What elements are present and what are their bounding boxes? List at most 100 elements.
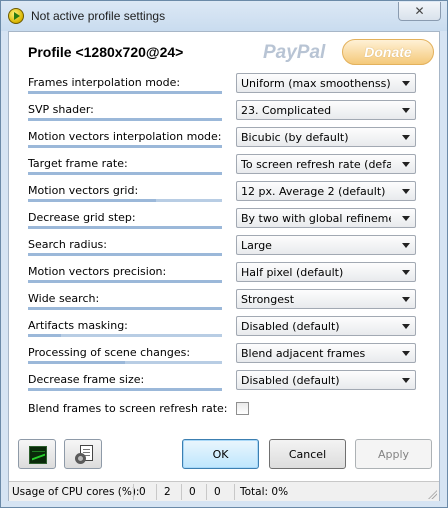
dropdown-value: 12 px. Average 2 (default): [241, 185, 386, 198]
chevron-down-icon: [402, 108, 410, 113]
chevron-down-icon: [402, 243, 410, 248]
setting-label: Motion vectors grid:: [28, 184, 139, 197]
setting-row: Search radius: Large: [28, 235, 428, 259]
blend-frames-row: Blend frames to screen refresh rate:: [28, 399, 428, 423]
cpu-graph-icon: [29, 446, 47, 464]
ok-button[interactable]: OK: [182, 439, 259, 469]
dropdown-value: 23. Complicated: [241, 104, 332, 117]
chevron-down-icon: [402, 378, 410, 383]
chevron-down-icon: [402, 162, 410, 167]
chevron-down-icon: [402, 216, 410, 221]
setting-label: Motion vectors precision:: [28, 265, 167, 278]
paypal-logo: PayPal: [263, 42, 326, 63]
close-button[interactable]: ✕: [398, 2, 441, 21]
setting-level-bar: [28, 199, 222, 202]
setting-row: SVP shader: 23. Complicated: [28, 100, 428, 124]
setting-label: Wide search:: [28, 292, 100, 305]
setting-dropdown[interactable]: Disabled (default): [236, 316, 416, 336]
setting-level-fill: [28, 118, 222, 121]
cpu-graph-button[interactable]: [18, 439, 56, 469]
setting-level-bar: [28, 226, 222, 229]
setting-dropdown[interactable]: Strongest: [236, 289, 416, 309]
dropdown-value: Half pixel (default): [241, 266, 344, 279]
setting-label: Processing of scene changes:: [28, 346, 191, 359]
chevron-down-icon: [402, 270, 410, 275]
setting-label: Decrease frame size:: [28, 373, 145, 386]
setting-level-fill: [28, 145, 222, 148]
setting-level-fill: [28, 334, 61, 337]
chevron-down-icon: [402, 324, 410, 329]
setting-level-bar: [28, 388, 222, 391]
setting-dropdown[interactable]: Uniform (max smoothenss): [236, 73, 416, 93]
dropdown-value: Uniform (max smoothenss): [241, 77, 391, 90]
chevron-down-icon: [402, 135, 410, 140]
cpu-core-2: 0: [189, 486, 196, 498]
resize-grip[interactable]: [427, 489, 437, 499]
setting-row: Target frame rate: To screen refresh rate…: [28, 154, 428, 178]
chevron-down-icon: [402, 81, 410, 86]
settings-window: Not active profile settings ✕ Profile <1…: [0, 0, 448, 508]
setting-row: Motion vectors grid: 12 px. Average 2 (de…: [28, 181, 428, 205]
setting-level-fill: [28, 91, 222, 94]
dropdown-value: Blend adjacent frames: [241, 347, 366, 360]
cpu-total: Total: 0%: [240, 486, 289, 498]
config-file-icon: [75, 445, 93, 465]
dropdown-value: Strongest: [241, 293, 295, 306]
blend-frames-checkbox[interactable]: [236, 402, 249, 415]
settings-panel: Profile <1280x720@24> PayPal Donate Fram…: [8, 31, 440, 501]
setting-row: Frames interpolation mode: Uniform (max s…: [28, 73, 428, 97]
apply-button[interactable]: Apply: [355, 439, 432, 469]
dropdown-value: By two with global refinemen: [241, 212, 391, 225]
setting-label: Search radius:: [28, 238, 107, 251]
chevron-down-icon: [402, 189, 410, 194]
setting-label: Artifacts masking:: [28, 319, 128, 332]
setting-dropdown[interactable]: 23. Complicated: [236, 100, 416, 120]
cpu-core-0: 0: [139, 486, 146, 498]
title-bar[interactable]: Not active profile settings ✕: [1, 1, 447, 31]
setting-label: Decrease grid step:: [28, 211, 136, 224]
setting-level-bar: [28, 118, 222, 121]
setting-level-bar: [28, 307, 222, 310]
setting-row: Processing of scene changes: Blend adjace…: [28, 343, 428, 367]
setting-level-bar: [28, 91, 222, 94]
setting-dropdown[interactable]: 12 px. Average 2 (default): [236, 181, 416, 201]
setting-dropdown[interactable]: Large: [236, 235, 416, 255]
dropdown-value: Large: [241, 239, 272, 252]
setting-row: Artifacts masking: Disabled (default): [28, 316, 428, 340]
window-title: Not active profile settings: [31, 9, 166, 23]
setting-level-fill: [28, 253, 222, 256]
setting-level-bar: [28, 361, 222, 364]
setting-row: Wide search: Strongest: [28, 289, 428, 313]
setting-dropdown[interactable]: Disabled (default): [236, 370, 416, 390]
play-app-icon: [8, 8, 24, 24]
blend-frames-label: Blend frames to screen refresh rate:: [28, 402, 228, 415]
setting-level-bar: [28, 172, 222, 175]
chevron-down-icon: [402, 351, 410, 356]
setting-dropdown[interactable]: By two with global refinemen: [236, 208, 416, 228]
cpu-core-1: 2: [164, 486, 171, 498]
setting-dropdown[interactable]: To screen refresh rate (default): [236, 154, 416, 174]
setting-level-bar: [28, 145, 222, 148]
setting-level-bar: [28, 253, 222, 256]
config-button[interactable]: [64, 439, 102, 469]
setting-dropdown[interactable]: Bicubic (by default): [236, 127, 416, 147]
setting-dropdown[interactable]: Blend adjacent frames: [236, 343, 416, 363]
chevron-down-icon: [402, 297, 410, 302]
setting-dropdown[interactable]: Half pixel (default): [236, 262, 416, 282]
setting-level-fill: [28, 226, 222, 229]
cancel-button[interactable]: Cancel: [269, 439, 346, 469]
setting-level-fill: [28, 361, 125, 364]
setting-label: Target frame rate:: [28, 157, 128, 170]
close-icon: ✕: [414, 4, 425, 18]
donate-button[interactable]: Donate: [342, 39, 434, 65]
setting-label: Motion vectors interpolation mode:: [28, 130, 222, 143]
setting-row: Decrease frame size: Disabled (default): [28, 370, 428, 394]
setting-level-fill: [28, 172, 222, 175]
profile-title: Profile <1280x720@24>: [28, 44, 184, 60]
setting-level-bar: [28, 334, 222, 337]
setting-level-fill: [28, 199, 156, 202]
cpu-usage-label: Usage of CPU cores (%):: [12, 486, 140, 498]
dropdown-value: Disabled (default): [241, 374, 340, 387]
status-bar: Usage of CPU cores (%): 0 2 0 0 Total: 0…: [9, 481, 439, 501]
setting-level-fill: [28, 307, 222, 310]
